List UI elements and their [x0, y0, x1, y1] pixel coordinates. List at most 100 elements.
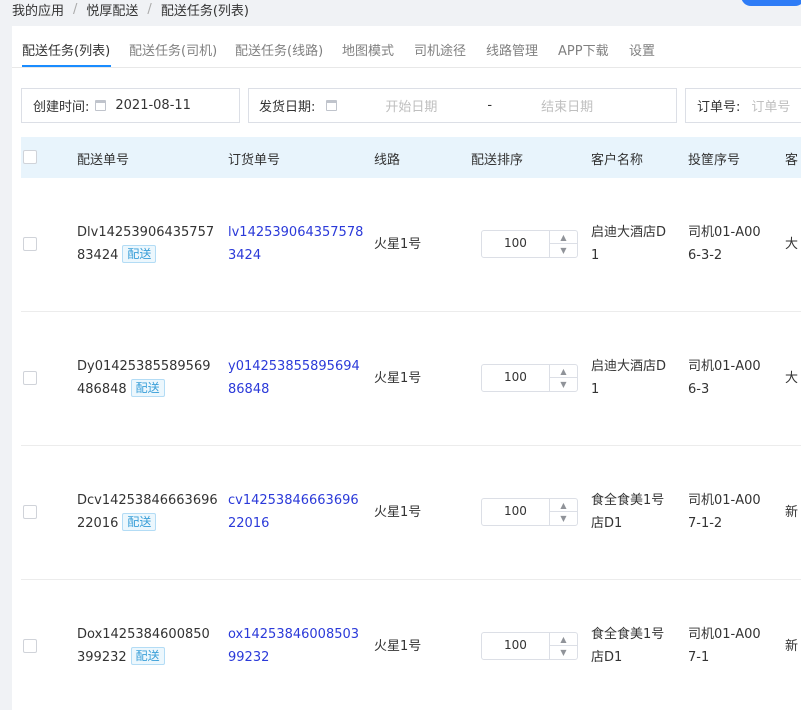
customer-name-line2: 1	[591, 248, 600, 263]
delivery-no-cell: Dcv14253846663696 22016 配送	[77, 489, 218, 535]
order-number-input[interactable]: 订单号	[751, 96, 790, 115]
customer-name-cell: 启迪大酒店D 1	[591, 221, 666, 267]
column-customer-name[interactable]: 客户名称	[591, 149, 643, 168]
delivery-no-line1: Dcv14253846663696	[77, 493, 218, 508]
customer-name-line1: 食全食美1号	[591, 627, 665, 642]
top-right-button[interactable]	[741, 0, 801, 6]
customer-name-line1: 启迪大酒店D	[591, 225, 667, 240]
truncated-cell: 大	[785, 371, 799, 386]
order-number-label: 订单号:	[697, 100, 741, 115]
truncated-cell: 新	[785, 639, 799, 654]
customer-name-cell: 启迪大酒店D 1	[591, 355, 666, 401]
order-no-line2: 22016	[228, 516, 270, 531]
chevron-down-icon[interactable]: ▼	[550, 244, 577, 257]
created-date-filter[interactable]: 创建时间: 2021-08-11	[21, 88, 240, 123]
sort-stepper[interactable]: 100 ▲ ▼	[481, 230, 578, 258]
active-tab-indicator	[22, 65, 111, 67]
select-all-checkbox[interactable]	[23, 150, 37, 164]
route-cell: 火星1号	[374, 371, 422, 386]
chevron-up-icon[interactable]: ▲	[550, 633, 577, 646]
customer-name-line1: 启迪大酒店D	[591, 359, 667, 374]
basket-no-line1: 司机01-A00	[688, 627, 761, 642]
tab-app-download[interactable]: APP下载	[558, 40, 609, 59]
column-delivery-sort[interactable]: 配送排序	[471, 149, 523, 168]
order-no-line1: lv142539064357578	[228, 225, 364, 240]
order-number-filter[interactable]: 订单号: 订单号	[685, 88, 801, 123]
delivery-no-line1: Dox1425384600850	[77, 627, 210, 642]
tab-bar: 配送任务(列表) 配送任务(司机) 配送任务(线路) 地图模式 司机途径 线路管…	[12, 26, 801, 68]
delivery-tag: 配送	[130, 647, 165, 665]
order-no-line2: 3424	[228, 248, 262, 263]
column-basket-no[interactable]: 投筐序号	[688, 149, 740, 168]
tab-delivery-route[interactable]: 配送任务(线路)	[235, 40, 323, 59]
chevron-down-icon[interactable]: ▼	[550, 512, 577, 525]
customer-name-line2: 1	[591, 382, 600, 397]
sort-value[interactable]: 100	[504, 504, 527, 518]
basket-no-cell: 司机01-A00 6-3	[688, 355, 761, 401]
column-truncated[interactable]: 客	[785, 149, 798, 168]
chevron-down-icon[interactable]: ▼	[550, 646, 577, 659]
table-row[interactable]: Dox1425384600850 399232 配送 ox142538460085…	[21, 580, 801, 710]
route-cell: 火星1号	[374, 639, 422, 654]
order-no-link[interactable]: y014253855895694 86848	[228, 355, 360, 401]
customer-name-line2: 店D1	[591, 516, 623, 531]
tab-delivery-list[interactable]: 配送任务(列表)	[22, 40, 110, 59]
row-checkbox[interactable]	[23, 237, 37, 251]
column-delivery-no[interactable]: 配送单号	[77, 149, 129, 168]
ship-date-range-filter[interactable]: 发货日期: 开始日期 - 结束日期	[248, 88, 677, 123]
breadcrumb-item-app[interactable]: 我的应用	[12, 0, 64, 19]
table-row[interactable]: Dy01425385589569 486848 配送 y0142538558956…	[21, 312, 801, 446]
tab-settings[interactable]: 设置	[629, 40, 655, 59]
delivery-no-line2: 399232	[77, 650, 127, 665]
chevron-down-icon[interactable]: ▼	[550, 378, 577, 391]
delivery-tag: 配送	[122, 513, 157, 531]
ship-date-label: 发货日期:	[259, 100, 316, 115]
chevron-up-icon[interactable]: ▲	[550, 499, 577, 512]
order-no-line1: y014253855895694	[228, 359, 360, 374]
customer-name-line2: 店D1	[591, 650, 623, 665]
row-checkbox[interactable]	[23, 371, 37, 385]
basket-no-line2: 6-3	[688, 382, 710, 397]
sort-stepper[interactable]: 100 ▲ ▼	[481, 498, 578, 526]
chevron-up-icon[interactable]: ▲	[550, 365, 577, 378]
truncated-cell: 新	[785, 505, 799, 520]
order-no-line2: 86848	[228, 382, 270, 397]
delivery-tag: 配送	[122, 245, 157, 263]
delivery-no-cell: Dlv14253906435757 83424 配送	[77, 221, 214, 267]
sort-value[interactable]: 100	[504, 236, 527, 250]
order-no-line1: cv14253846663696	[228, 493, 359, 508]
table-row[interactable]: Dcv14253846663696 22016 配送 cv142538466636…	[21, 446, 801, 580]
customer-name-cell: 食全食美1号 店D1	[591, 489, 664, 535]
order-no-link[interactable]: lv142539064357578 3424	[228, 221, 363, 267]
created-date-value: 2021-08-11	[115, 98, 191, 113]
row-checkbox[interactable]	[23, 639, 37, 653]
tab-delivery-driver[interactable]: 配送任务(司机)	[129, 40, 217, 59]
sort-value[interactable]: 100	[504, 638, 527, 652]
sort-stepper[interactable]: 100 ▲ ▼	[481, 364, 578, 392]
date-range-separator: -	[487, 98, 493, 113]
route-cell: 火星1号	[374, 237, 422, 252]
table-row[interactable]: Dlv14253906435757 83424 配送 lv142539064357…	[21, 178, 801, 312]
order-no-link[interactable]: cv14253846663696 22016	[228, 489, 359, 535]
column-route[interactable]: 线路	[374, 149, 400, 168]
order-no-link[interactable]: ox14253846008503 99232	[228, 623, 359, 669]
tab-route-management[interactable]: 线路管理	[486, 40, 538, 59]
end-date-input[interactable]: 结束日期	[541, 96, 593, 115]
breadcrumb-item-module[interactable]: 悦厚配送	[86, 0, 138, 19]
chevron-up-icon[interactable]: ▲	[550, 231, 577, 244]
basket-no-line2: 6-3-2	[688, 248, 723, 263]
customer-name-cell: 食全食美1号 店D1	[591, 623, 664, 669]
calendar-icon	[326, 100, 338, 111]
start-date-input[interactable]: 开始日期	[385, 96, 437, 115]
tab-map-mode[interactable]: 地图模式	[342, 40, 394, 59]
created-date-label: 创建时间:	[33, 100, 90, 115]
delivery-no-line1: Dy01425385589569	[77, 359, 211, 374]
tab-driver-path[interactable]: 司机途径	[414, 40, 466, 59]
sort-value[interactable]: 100	[504, 370, 527, 384]
sort-stepper[interactable]: 100 ▲ ▼	[481, 632, 578, 660]
basket-no-line1: 司机01-A00	[688, 359, 761, 374]
column-order-no[interactable]: 订货单号	[228, 149, 280, 168]
row-checkbox[interactable]	[23, 505, 37, 519]
breadcrumb-separator: /	[73, 1, 78, 17]
basket-no-line1: 司机01-A00	[688, 493, 761, 508]
